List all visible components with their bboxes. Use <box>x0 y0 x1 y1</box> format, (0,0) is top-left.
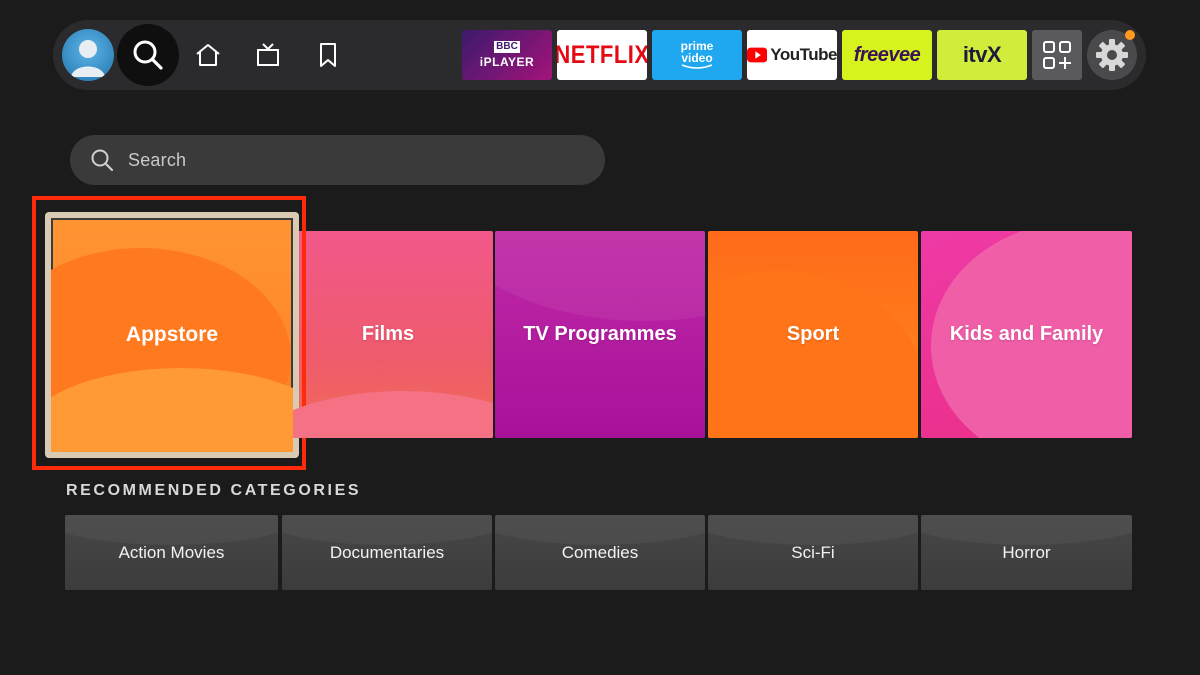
recommended-category-label: Horror <box>1002 542 1051 562</box>
recommended-category-label: Action Movies <box>118 542 225 562</box>
iplayer-logo-text: iPLAYER <box>479 55 535 69</box>
youtube-logo-text: YouTube <box>770 45 837 64</box>
recommended-category-horror[interactable]: Horror <box>921 515 1132 590</box>
profile-avatar-button[interactable] <box>62 29 114 81</box>
recommended-category-comedies[interactable]: Comedies <box>495 515 705 590</box>
recommended-category-label: Documentaries <box>329 542 445 562</box>
itvx-app-tile[interactable]: itvX <box>937 30 1027 80</box>
home-icon <box>196 44 220 66</box>
category-label: Appstore <box>125 323 219 346</box>
bbc-iplayer-logo: BBC iPLAYER <box>480 41 534 69</box>
watchlist-nav-button[interactable] <box>311 40 345 70</box>
youtube-app-tile[interactable]: YouTube <box>747 30 837 80</box>
all-apps-button[interactable] <box>1032 30 1082 80</box>
category-tile-sport[interactable]: Sport <box>708 231 918 438</box>
search-placeholder: Search <box>128 149 187 170</box>
video-logo-text: video <box>681 51 713 65</box>
category-tile-films[interactable]: Films <box>283 231 493 438</box>
youtube-play-icon <box>747 47 768 63</box>
freevee-app-tile[interactable]: freevee <box>842 30 932 80</box>
bbc-iplayer-app-tile[interactable]: BBC iPLAYER <box>462 30 552 80</box>
prime-smile-icon <box>681 64 713 69</box>
tv-icon <box>257 43 279 66</box>
category-label: Kids and Family <box>949 323 1104 345</box>
tile-decoration <box>921 515 1132 545</box>
category-tile-tv-programmes[interactable]: TV Programmes <box>495 231 705 438</box>
tile-decoration <box>495 231 705 321</box>
tile-decoration <box>282 515 492 545</box>
netflix-app-tile[interactable]: NETFLIX <box>557 30 647 80</box>
recommended-category-action-movies[interactable]: Action Movies <box>65 515 278 590</box>
search-icon <box>133 40 163 70</box>
recommended-category-label: Comedies <box>561 542 639 562</box>
prime-video-logo: prime video <box>680 40 714 70</box>
category-tile-appstore[interactable]: Appstore <box>45 212 299 458</box>
recommended-category-sci-fi[interactable]: Sci-Fi <box>708 515 918 590</box>
prime-video-app-tile[interactable]: prime video <box>652 30 742 80</box>
tile-decoration <box>283 391 493 438</box>
tile-decoration <box>65 515 278 545</box>
freevee-logo-text: freevee <box>853 43 921 66</box>
tile-decoration <box>51 368 293 452</box>
category-tile-kids-and-family[interactable]: Kids and Family <box>921 231 1132 438</box>
gear-icon <box>1096 39 1128 71</box>
search-nav-button[interactable] <box>117 24 179 86</box>
itvx-logo-text: itvX <box>962 42 1002 67</box>
apps-grid-icon <box>1043 41 1071 69</box>
recommended-categories-heading: RECOMMENDED CATEGORIES <box>66 482 362 499</box>
category-label: Sport <box>786 323 840 345</box>
bookmark-icon <box>320 43 336 67</box>
live-tv-nav-button[interactable] <box>251 40 285 70</box>
category-label: Films <box>361 323 415 345</box>
bbc-logo-text: BBC <box>494 41 520 53</box>
tile-decoration <box>495 515 705 545</box>
top-navigation-bar: BBC iPLAYER NETFLIX prime video YouTube … <box>53 20 1146 90</box>
netflix-logo-text: NETFLIX <box>557 40 647 69</box>
notification-badge <box>1125 30 1135 40</box>
search-bar[interactable]: Search <box>70 135 605 185</box>
search-icon <box>90 147 116 173</box>
recommended-category-documentaries[interactable]: Documentaries <box>282 515 492 590</box>
category-label: TV Programmes <box>523 323 677 345</box>
recommended-category-label: Sci-Fi <box>791 542 835 562</box>
home-nav-button[interactable] <box>191 40 225 70</box>
tile-decoration <box>708 271 918 438</box>
tile-decoration <box>708 515 918 545</box>
user-avatar-icon <box>71 40 105 77</box>
